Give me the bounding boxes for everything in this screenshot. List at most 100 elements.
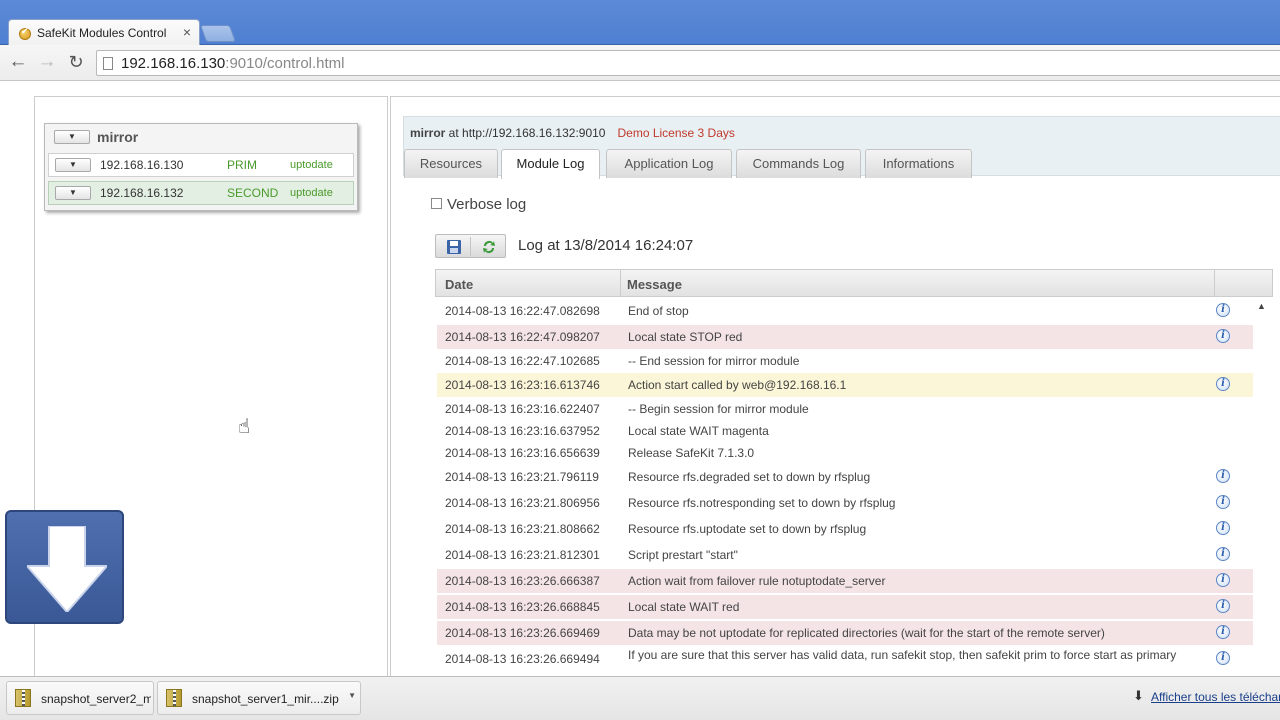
download-item[interactable]: snapshot_server2_mi...: [6, 681, 154, 715]
info-icon[interactable]: i: [1216, 599, 1230, 613]
column-separator: [1214, 270, 1215, 296]
download-arrow-icon: ⬇: [1133, 688, 1144, 703]
log-row[interactable]: 2014-08-13 16:23:16.656639 Release SafeKi…: [437, 441, 1253, 463]
module-detail-header: mirror at http://192.168.16.132:9010 Demo…: [403, 116, 1280, 179]
info-icon[interactable]: i: [1216, 377, 1230, 391]
tab-application-log[interactable]: Application Log: [606, 149, 732, 178]
log-message: If you are sure that this server has val…: [628, 648, 1177, 662]
info-icon[interactable]: i: [1216, 303, 1230, 317]
safekit-favicon-icon: [19, 26, 31, 40]
scroll-up-icon[interactable]: ▲: [1257, 301, 1266, 311]
module-address-line: mirror at http://192.168.16.132:9010 Demo…: [410, 126, 735, 140]
node-menu-button[interactable]: ▼: [55, 186, 91, 200]
log-row[interactable]: 2014-08-13 16:22:47.098207 Local state ST…: [437, 325, 1253, 349]
log-table-header: Date Message: [435, 269, 1273, 297]
log-message: -- End session for mirror module: [628, 354, 800, 368]
node-row[interactable]: ▼ 192.168.16.132 SECOND uptodate: [48, 181, 354, 205]
info-icon[interactable]: i: [1216, 625, 1230, 639]
log-row[interactable]: 2014-08-13 16:23:16.622407 -- Begin sessi…: [437, 397, 1253, 419]
column-date[interactable]: Date: [445, 277, 473, 292]
node-role: PRIM: [227, 158, 257, 172]
info-icon[interactable]: i: [1216, 329, 1230, 343]
info-icon[interactable]: i: [1216, 521, 1230, 535]
browser-tab[interactable]: SafeKit Modules Control ×: [8, 19, 200, 46]
log-date: 2014-08-13 16:23:16.637952: [445, 424, 600, 438]
info-icon[interactable]: i: [1216, 469, 1230, 483]
info-icon[interactable]: i: [1216, 495, 1230, 509]
log-message: Action start called by web@192.168.16.1: [628, 378, 847, 392]
log-row[interactable]: 2014-08-13 16:22:47.102685 -- End session…: [437, 349, 1253, 371]
log-date: 2014-08-13 16:22:47.082698: [445, 304, 600, 318]
info-icon[interactable]: i: [1216, 573, 1230, 587]
node-state: uptodate: [290, 187, 333, 199]
log-row[interactable]: 2014-08-13 16:23:21.808662 Resource rfs.u…: [437, 517, 1253, 541]
new-tab-button[interactable]: [199, 25, 237, 42]
module-name: mirror: [410, 126, 446, 140]
forward-icon[interactable]: →: [36, 52, 58, 72]
log-message: Resource rfs.uptodate set to down by rfs…: [628, 522, 867, 536]
download-item[interactable]: snapshot_server1_mir....zip ▼: [157, 681, 361, 715]
download-overlay: [5, 510, 124, 624]
log-date: 2014-08-13 16:23:21.808662: [445, 522, 600, 536]
chevron-down-icon[interactable]: ▼: [348, 691, 356, 700]
log-date: 2014-08-13 16:23:26.666387: [445, 574, 600, 588]
log-row[interactable]: 2014-08-13 16:23:16.613746 Action start c…: [437, 373, 1253, 397]
log-row[interactable]: 2014-08-13 16:23:16.637952 Local state WA…: [437, 419, 1253, 441]
url-text: 192.168.16.130:9010/control.html: [121, 55, 345, 72]
zip-file-icon: [166, 689, 182, 707]
info-icon[interactable]: i: [1216, 547, 1230, 561]
tab-commands-log[interactable]: Commands Log: [736, 149, 861, 178]
hand-cursor-icon: ☝: [238, 416, 251, 438]
verbose-log-label: Verbose log: [447, 196, 527, 213]
browser-toolbar: ← → ↻ 192.168.16.130:9010/control.html: [0, 45, 1280, 81]
log-date: 2014-08-13 16:23:26.669469: [445, 626, 600, 640]
refresh-icon[interactable]: [472, 237, 506, 256]
show-all-downloads-link[interactable]: Afficher tous les téléchar: [1151, 690, 1280, 704]
download-filename: snapshot_server2_mi...: [41, 692, 151, 706]
address-bar[interactable]: 192.168.16.130:9010/control.html: [96, 50, 1280, 76]
save-icon[interactable]: [437, 237, 471, 256]
log-message: Resource rfs.degraded set to down by rfs…: [628, 470, 871, 484]
module-card: ▼ mirror ▼ 192.168.16.130 PRIM uptodate …: [44, 123, 358, 211]
reload-icon[interactable]: ↻: [65, 52, 87, 72]
log-date: 2014-08-13 16:23:26.669494: [445, 652, 600, 666]
verbose-log-option[interactable]: Verbose log: [431, 196, 526, 213]
log-row[interactable]: 2014-08-13 16:23:26.669494 If you are sur…: [437, 647, 1253, 675]
node-ip: 192.168.16.130: [100, 158, 184, 172]
log-date: 2014-08-13 16:22:47.102685: [445, 354, 600, 368]
log-row[interactable]: 2014-08-13 16:23:26.666387 Action wait fr…: [437, 569, 1253, 593]
node-role: SECOND: [227, 186, 279, 200]
log-message: Local state WAIT magenta: [628, 424, 769, 438]
log-row[interactable]: 2014-08-13 16:23:21.806956 Resource rfs.n…: [437, 491, 1253, 515]
info-icon[interactable]: i: [1216, 651, 1230, 665]
log-row[interactable]: 2014-08-13 16:23:26.668845 Local state WA…: [437, 595, 1253, 619]
log-message: Data may be not uptodate for replicated …: [628, 626, 1105, 640]
tab-informations[interactable]: Informations: [865, 149, 972, 178]
column-message[interactable]: Message: [627, 277, 682, 292]
log-title: Log at 13/8/2014 16:24:07: [518, 237, 694, 254]
tab-resources[interactable]: Resources: [404, 149, 498, 178]
close-tab-icon[interactable]: ×: [183, 24, 191, 40]
log-date: 2014-08-13 16:23:21.796119: [445, 470, 599, 484]
module-tabs: Resources Module Log Application Log Com…: [404, 149, 1280, 179]
node-state: uptodate: [290, 159, 333, 171]
log-message: Action wait from failover rule notuptoda…: [628, 574, 886, 588]
node-menu-button[interactable]: ▼: [55, 158, 91, 172]
log-message: End of stop: [628, 304, 689, 318]
log-date: 2014-08-13 16:23:21.806956: [445, 496, 600, 510]
zip-file-icon: [15, 689, 31, 707]
tab-module-log[interactable]: Module Log: [501, 149, 600, 179]
tab-title: SafeKit Modules Control: [37, 26, 167, 40]
node-ip: 192.168.16.132: [100, 186, 184, 200]
module-menu-button[interactable]: ▼: [54, 130, 90, 144]
browser-tabstrip: SafeKit Modules Control ×: [0, 0, 1280, 46]
download-arrow-icon: [27, 526, 107, 612]
log-row[interactable]: 2014-08-13 16:23:21.812301 Script prestar…: [437, 543, 1253, 567]
verbose-log-checkbox[interactable]: [431, 198, 442, 210]
log-message: -- Begin session for mirror module: [628, 402, 809, 416]
back-icon[interactable]: ←: [7, 52, 29, 72]
log-row[interactable]: 2014-08-13 16:22:47.082698 End of stop i: [437, 299, 1253, 323]
log-row[interactable]: 2014-08-13 16:23:26.669469 Data may be no…: [437, 621, 1253, 645]
node-row[interactable]: ▼ 192.168.16.130 PRIM uptodate: [48, 153, 354, 177]
log-row[interactable]: 2014-08-13 16:23:21.796119 Resource rfs.d…: [437, 465, 1253, 489]
